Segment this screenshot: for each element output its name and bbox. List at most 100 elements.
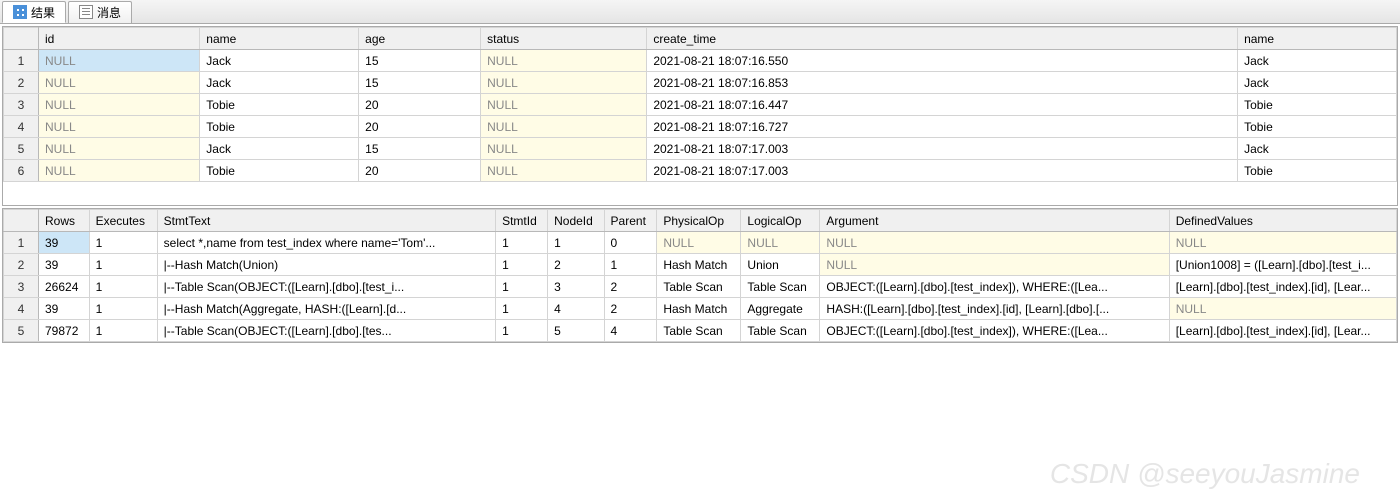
col-name[interactable]: name — [200, 28, 359, 50]
cell[interactable]: 1 — [496, 254, 548, 276]
corner-cell[interactable] — [4, 28, 39, 50]
table-row[interactable]: 5798721 |--Table Scan(OBJECT:([Learn].[d… — [4, 320, 1397, 342]
cell[interactable]: 39 — [39, 298, 90, 320]
cell[interactable]: 2021-08-21 18:07:16.550 — [647, 50, 1238, 72]
cell[interactable]: NULL — [39, 72, 200, 94]
row-number[interactable]: 3 — [4, 276, 39, 298]
cell[interactable]: NULL — [39, 138, 200, 160]
cell[interactable]: 39 — [39, 254, 90, 276]
cell[interactable]: 1 — [604, 254, 657, 276]
cell[interactable]: Aggregate — [741, 298, 820, 320]
cell[interactable]: 2 — [604, 298, 657, 320]
col-name2[interactable]: name — [1238, 28, 1397, 50]
cell[interactable]: Jack — [200, 72, 359, 94]
table-row[interactable]: 4 39 1 |--Hash Match(Aggregate, HASH:([Lea… — [4, 298, 1397, 320]
cell[interactable]: NULL — [657, 232, 741, 254]
col-physicalop[interactable]: PhysicalOp — [657, 210, 741, 232]
row-number[interactable]: 1 — [4, 232, 39, 254]
cell[interactable]: Jack — [1238, 50, 1397, 72]
cell[interactable]: Jack — [1238, 72, 1397, 94]
table-row[interactable]: 6NULLTobie20NULL2021-08-21 18:07:17.003T… — [4, 160, 1397, 182]
cell[interactable]: 20 — [359, 160, 481, 182]
cell[interactable]: Table Scan — [657, 276, 741, 298]
row-number[interactable]: 4 — [4, 116, 39, 138]
cell[interactable]: Union — [741, 254, 820, 276]
cell[interactable]: NULL — [481, 72, 647, 94]
cell[interactable]: Tobie — [1238, 94, 1397, 116]
col-parent[interactable]: Parent — [604, 210, 657, 232]
cell[interactable]: 2021-08-21 18:07:16.447 — [647, 94, 1238, 116]
col-logicalop[interactable]: LogicalOp — [741, 210, 820, 232]
cell[interactable]: Tobie — [200, 160, 359, 182]
cell[interactable]: [Learn].[dbo].[test_index].[id], [Lear..… — [1169, 320, 1396, 342]
col-executes[interactable]: Executes — [89, 210, 157, 232]
cell[interactable]: 2021-08-21 18:07:17.003 — [647, 160, 1238, 182]
tab-messages[interactable]: 消息 — [68, 1, 132, 23]
cell[interactable]: Tobie — [200, 94, 359, 116]
col-stmtid[interactable]: StmtId — [496, 210, 548, 232]
row-number[interactable]: 2 — [4, 254, 39, 276]
cell[interactable]: 39 — [39, 232, 90, 254]
cell[interactable]: Hash Match — [657, 298, 741, 320]
cell[interactable]: NULL — [1169, 232, 1396, 254]
row-number[interactable]: 5 — [4, 320, 39, 342]
corner-cell-2[interactable] — [4, 210, 39, 232]
cell[interactable]: NULL — [1169, 298, 1396, 320]
table-row[interactable]: 1391select *,name from test_index where … — [4, 232, 1397, 254]
cell[interactable]: 3 — [548, 276, 604, 298]
cell[interactable]: 2 — [604, 276, 657, 298]
cell[interactable]: 2021-08-21 18:07:16.727 — [647, 116, 1238, 138]
cell[interactable]: [Union1008] = ([Learn].[dbo].[test_i... — [1169, 254, 1396, 276]
cell[interactable]: 0 — [604, 232, 657, 254]
results-grid-1[interactable]: id name age status create_time name 1NUL… — [3, 27, 1397, 182]
table-row[interactable]: 5NULLJack15NULL2021-08-21 18:07:17.003Ja… — [4, 138, 1397, 160]
cell[interactable]: |--Table Scan(OBJECT:([Learn].[dbo].[tes… — [157, 320, 495, 342]
cell[interactable]: Table Scan — [657, 320, 741, 342]
cell[interactable]: 20 — [359, 94, 481, 116]
col-age[interactable]: age — [359, 28, 481, 50]
cell[interactable]: Jack — [1238, 138, 1397, 160]
cell[interactable]: 2021-08-21 18:07:16.853 — [647, 72, 1238, 94]
cell[interactable]: Table Scan — [741, 320, 820, 342]
cell[interactable]: NULL — [820, 254, 1169, 276]
cell[interactable]: 1 — [89, 232, 157, 254]
cell[interactable]: Tobie — [1238, 160, 1397, 182]
cell[interactable]: 15 — [359, 50, 481, 72]
cell[interactable]: 15 — [359, 138, 481, 160]
cell[interactable]: Hash Match — [657, 254, 741, 276]
cell[interactable]: 1 — [496, 320, 548, 342]
cell[interactable]: Jack — [200, 138, 359, 160]
cell[interactable]: OBJECT:([Learn].[dbo].[test_index]), WHE… — [820, 276, 1169, 298]
row-number[interactable]: 6 — [4, 160, 39, 182]
cell[interactable]: 4 — [604, 320, 657, 342]
row-number[interactable]: 5 — [4, 138, 39, 160]
cell[interactable]: NULL — [481, 94, 647, 116]
row-number[interactable]: 1 — [4, 50, 39, 72]
cell[interactable]: 4 — [548, 298, 604, 320]
col-id[interactable]: id — [39, 28, 200, 50]
cell[interactable]: 1 — [89, 254, 157, 276]
cell[interactable]: 1 — [496, 298, 548, 320]
cell[interactable]: NULL — [481, 138, 647, 160]
cell[interactable]: 20 — [359, 116, 481, 138]
cell[interactable]: NULL — [39, 94, 200, 116]
col-argument[interactable]: Argument — [820, 210, 1169, 232]
cell[interactable]: NULL — [39, 50, 200, 72]
cell[interactable]: 5 — [548, 320, 604, 342]
cell[interactable]: |--Table Scan(OBJECT:([Learn].[dbo].[tes… — [157, 276, 495, 298]
cell[interactable]: 2021-08-21 18:07:17.003 — [647, 138, 1238, 160]
cell[interactable]: NULL — [741, 232, 820, 254]
cell[interactable]: |--Hash Match(Union) — [157, 254, 495, 276]
cell[interactable]: Table Scan — [741, 276, 820, 298]
cell[interactable]: NULL — [481, 50, 647, 72]
cell[interactable]: 1 — [496, 232, 548, 254]
cell[interactable]: |--Hash Match(Aggregate, HASH:([Learn].[… — [157, 298, 495, 320]
cell[interactable]: select *,name from test_index where name… — [157, 232, 495, 254]
col-create-time[interactable]: create_time — [647, 28, 1238, 50]
cell[interactable]: Jack — [200, 50, 359, 72]
cell[interactable]: Tobie — [1238, 116, 1397, 138]
cell[interactable]: 1 — [548, 232, 604, 254]
tab-results[interactable]: 结果 — [2, 1, 66, 23]
table-row[interactable]: 2391 |--Hash Match(Union)121Hash MatchUn… — [4, 254, 1397, 276]
row-number[interactable]: 3 — [4, 94, 39, 116]
